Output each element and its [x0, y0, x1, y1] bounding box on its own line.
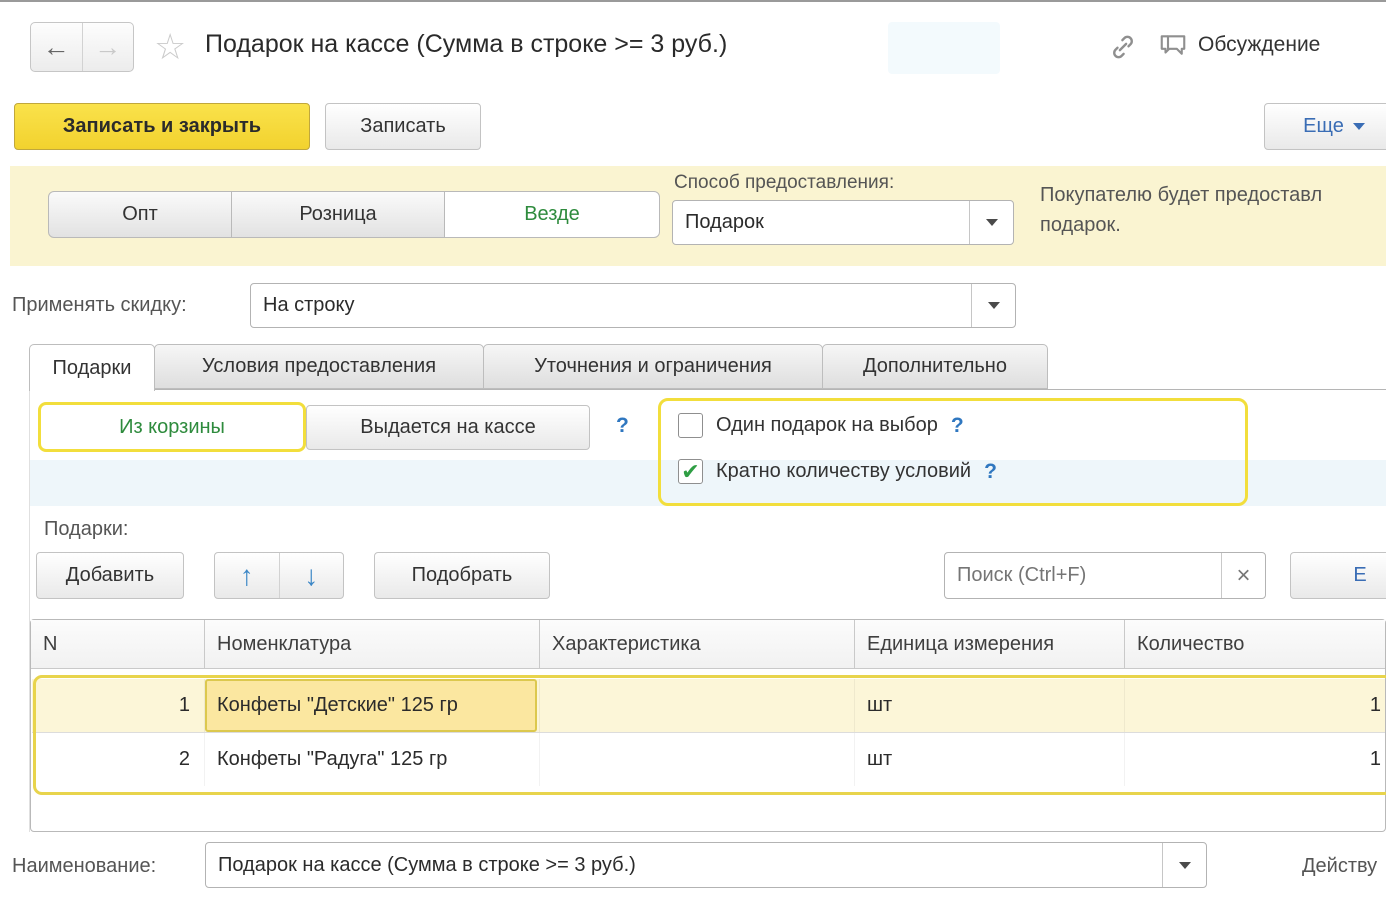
gifts-caption: Подарки:	[44, 518, 128, 541]
multiple-of-conditions-help-icon[interactable]: ?	[984, 460, 997, 484]
segment-vezde[interactable]: Везде	[444, 191, 660, 238]
arrow-up-icon: ↑	[240, 560, 254, 592]
tab-dopolnitelno[interactable]: Дополнительно	[822, 344, 1048, 389]
nav-history-group: ← →	[30, 22, 134, 72]
option-multiple-row[interactable]: ✔ Кратно количеству условий ?	[678, 459, 997, 484]
cell-n[interactable]: 2	[32, 733, 205, 786]
cell-unit[interactable]: шт	[855, 679, 1125, 732]
save-and-close-button[interactable]: Записать и закрыть	[14, 103, 310, 150]
method-value: Подарок	[673, 201, 969, 244]
pick-items-button[interactable]: Подобрать	[374, 552, 550, 599]
tab-utochneniya-i-ogranicheniya[interactable]: Уточнения и ограничения	[483, 344, 823, 389]
cell-n[interactable]: 1	[32, 679, 205, 732]
column-header-characteristic[interactable]: Характеристика	[540, 620, 855, 668]
gift-source-toggle-selected[interactable]: Из корзины	[38, 402, 306, 452]
segment-opt[interactable]: Опт	[48, 191, 232, 238]
gift-source-from-cart-label: Из корзины	[119, 416, 225, 439]
page-title: Подарок на кассе (Сумма в строке >= 3 ру…	[205, 30, 727, 59]
method-combobox[interactable]: Подарок	[672, 200, 1014, 245]
apply-discount-label: Применять скидку:	[12, 294, 187, 317]
gift-discount-window: { "icons": { "back": "←", "forward": "→"…	[0, 0, 1386, 900]
add-row-button[interactable]: Добавить	[36, 552, 184, 599]
favorite-star-icon[interactable]: ☆	[154, 26, 186, 68]
column-header-nomenclature[interactable]: Номенклатура	[205, 620, 540, 668]
gift-options-group: Один подарок на выбор ? ✔ Кратно количес…	[658, 398, 1248, 506]
title-focus-area	[888, 22, 1000, 74]
status-label: Действу	[1302, 855, 1377, 878]
apply-discount-combobox[interactable]: На строку	[250, 283, 1016, 328]
name-value: Подарок на кассе (Сумма в строке >= 3 ру…	[206, 843, 1162, 887]
one-gift-label: Один подарок на выбор	[716, 414, 938, 437]
discussion-label: Обсуждение	[1198, 33, 1320, 57]
cell-quantity[interactable]: 1	[1125, 679, 1385, 732]
search-input[interactable]	[945, 553, 1221, 598]
one-gift-help-icon[interactable]: ?	[951, 414, 964, 438]
segment-roznitsa[interactable]: Розница	[231, 191, 445, 238]
column-header-unit[interactable]: Единица измерения	[855, 620, 1125, 668]
search-box: ×	[944, 552, 1266, 599]
market-segment-switch: Опт Розница Везде	[48, 191, 660, 238]
cell-nomenclature[interactable]: Конфеты "Радуга" 125 гр	[205, 733, 540, 786]
multiple-of-conditions-checkbox[interactable]: ✔	[678, 459, 703, 484]
column-header-n[interactable]: N	[31, 620, 205, 668]
move-row-group: ↑ ↓	[214, 552, 344, 599]
back-icon: ←	[43, 32, 70, 63]
availability-hint-line1: Покупателю будет предоставл	[1040, 184, 1322, 207]
table-row[interactable]: 1 Конфеты "Детские" 125 гр шт 1	[32, 679, 1385, 732]
option-one-gift-row[interactable]: Один подарок на выбор ?	[678, 413, 964, 438]
move-down-button[interactable]: ↓	[280, 553, 344, 598]
column-header-quantity[interactable]: Количество	[1125, 620, 1385, 668]
cell-text: Конфеты "Детские" 125 гр	[217, 694, 458, 717]
more-actions-label: Еще	[1303, 115, 1344, 138]
name-dropdown-button[interactable]	[1162, 843, 1206, 887]
cell-unit[interactable]: шт	[855, 733, 1125, 786]
method-dropdown-button[interactable]	[969, 201, 1013, 244]
table-row[interactable]: 2 Конфеты "Радуга" 125 гр шт 1	[32, 733, 1385, 786]
copy-link-icon[interactable]	[1108, 32, 1138, 62]
one-gift-checkbox[interactable]	[678, 413, 703, 438]
arrow-down-icon: ↓	[304, 560, 318, 592]
back-button[interactable]: ←	[31, 23, 83, 71]
name-label: Наименование:	[12, 855, 156, 878]
window-top-border	[0, 0, 1386, 2]
tab-podarki[interactable]: Подарки	[29, 344, 155, 391]
move-up-button[interactable]: ↑	[215, 553, 280, 598]
cell-characteristic[interactable]	[540, 679, 855, 732]
apply-discount-dropdown-button[interactable]	[971, 284, 1015, 327]
forward-icon: →	[94, 32, 121, 63]
cell-characteristic[interactable]	[540, 733, 855, 786]
more-actions-button[interactable]: Еще	[1264, 103, 1386, 150]
multiple-of-conditions-label: Кратно количеству условий	[716, 460, 971, 483]
active-cell-highlight: Конфеты "Детские" 125 гр	[205, 679, 537, 732]
gift-source-help-icon[interactable]: ?	[616, 414, 629, 438]
clear-search-icon: ×	[1236, 564, 1250, 588]
method-label: Способ предоставления:	[674, 172, 894, 194]
tab-usloviya-predostavleniya[interactable]: Условия предоставления	[154, 344, 484, 389]
gift-source-toggle-checkout[interactable]: Выдается на кассе	[306, 405, 590, 450]
gifts-table: N Номенклатура Характеристика Единица из…	[30, 619, 1386, 832]
dropdown-caret-icon	[988, 302, 1000, 309]
discussion-icon	[1158, 30, 1188, 60]
cell-nomenclature-active[interactable]: Конфеты "Детские" 125 гр	[205, 679, 540, 732]
cell-quantity[interactable]: 1	[1125, 733, 1385, 786]
gifts-table-header: N Номенклатура Характеристика Единица из…	[31, 620, 1385, 669]
dropdown-caret-icon	[986, 219, 998, 226]
name-combobox[interactable]: Подарок на кассе (Сумма в строке >= 3 ру…	[205, 842, 1207, 888]
tab-strip: Подарки Условия предоставления Уточнения…	[30, 344, 1048, 391]
table-more-button[interactable]: Е	[1290, 552, 1386, 599]
dropdown-caret-icon	[1179, 862, 1191, 869]
clear-search-button[interactable]: ×	[1221, 553, 1265, 598]
apply-discount-value: На строку	[251, 284, 971, 327]
forward-button[interactable]: →	[83, 23, 134, 71]
discussion-button[interactable]: Обсуждение	[1158, 30, 1320, 60]
save-button[interactable]: Записать	[325, 103, 481, 150]
availability-hint-line2: подарок.	[1040, 214, 1121, 237]
dropdown-caret-icon	[1353, 123, 1365, 130]
